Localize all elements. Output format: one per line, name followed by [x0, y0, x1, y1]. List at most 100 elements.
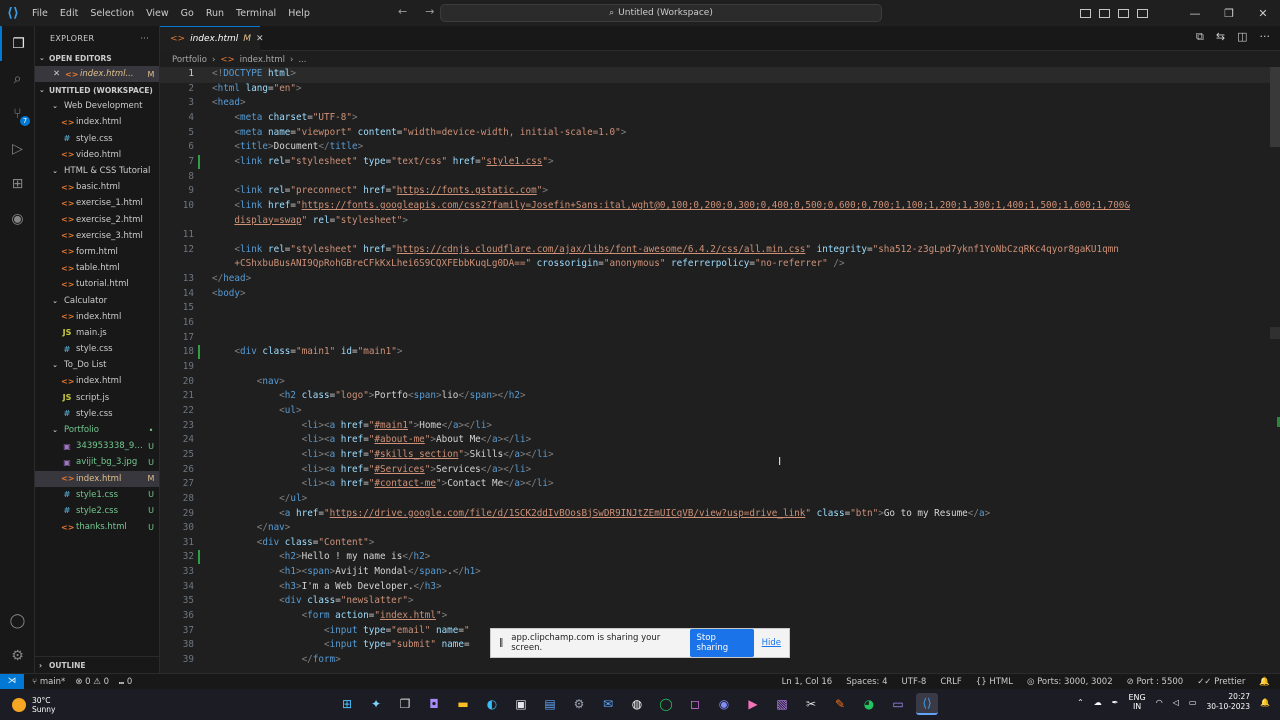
file-item[interactable]: <> video.html	[35, 147, 159, 163]
code-line[interactable]: 36 <form action="index.html">	[160, 609, 1270, 624]
code-line[interactable]: 1 <!DOCTYPE html>	[160, 67, 1270, 83]
code-line[interactable]: 14 <body>	[160, 287, 1270, 302]
menu-item-file[interactable]: File	[26, 8, 54, 19]
file-item[interactable]: <> basic.html	[35, 179, 159, 195]
file-explorer-icon[interactable]: ▬	[452, 693, 474, 715]
file-item[interactable]: JS script.js	[35, 390, 159, 406]
chrome-icon[interactable]: ◕	[858, 693, 880, 715]
folder-item[interactable]: ⌄ To_Do List	[35, 357, 159, 373]
code-line[interactable]: 28 </ul>	[160, 492, 1270, 507]
task-view-icon[interactable]: ❐	[394, 693, 416, 715]
breadcrumb-symbol[interactable]: ...	[298, 55, 306, 65]
files-icon[interactable]: ▤	[539, 693, 561, 715]
close-tab-icon[interactable]: ✕	[256, 34, 264, 44]
code-line[interactable]: 20 <nav>	[160, 375, 1270, 390]
mail-icon[interactable]: ✉	[597, 693, 619, 715]
code-line[interactable]: 10 <link href="https://fonts.googleapis.…	[160, 199, 1270, 214]
file-item[interactable]: <> index.html	[35, 114, 159, 130]
menu-item-help[interactable]: Help	[282, 8, 316, 19]
forward-arrow-icon[interactable]: →	[425, 5, 434, 18]
wifi-icon[interactable]: ◠	[1156, 698, 1163, 707]
manage-gear-icon[interactable]: ⚙	[0, 638, 35, 673]
code-line[interactable]: 24 <li><a href="#about-me">About Me</a><…	[160, 433, 1270, 448]
source-control-icon[interactable]: ⑂ 7	[0, 96, 35, 131]
instagram-icon[interactable]: ◻	[684, 693, 706, 715]
file-item[interactable]: <> thanks.html U	[35, 519, 159, 535]
file-item[interactable]: # style.css	[35, 406, 159, 422]
breadcrumb-file[interactable]: index.html	[240, 55, 285, 65]
menu-item-view[interactable]: View	[140, 8, 175, 19]
clipchamp-icon[interactable]: ▧	[771, 693, 793, 715]
folder-item[interactable]: ⌄ HTML & CSS Tutorial	[35, 163, 159, 179]
live-server-port[interactable]: ⊘ Port : 5500	[1127, 677, 1184, 687]
cursor-position[interactable]: Ln 1, Col 16	[782, 677, 833, 687]
clock[interactable]: 20:27 30-10-2023	[1206, 692, 1250, 712]
split-editor-icon[interactable]: ◫	[1237, 30, 1247, 44]
file-item[interactable]: ▣ avijit_bg_3.jpg U	[35, 454, 159, 470]
folder-item[interactable]: ⌄ Portfolio •	[35, 422, 159, 438]
close-icon[interactable]: ✕	[53, 69, 65, 79]
ports-indicator[interactable]: ⑉ 0	[119, 677, 132, 687]
more-actions-icon[interactable]: ···	[140, 34, 149, 43]
restore-button[interactable]: ❐	[1212, 7, 1246, 20]
file-item[interactable]: # style.css	[35, 131, 159, 147]
whatsapp-icon[interactable]: ◯	[655, 693, 677, 715]
code-line[interactable]: 17	[160, 331, 1270, 346]
command-center[interactable]: ⌕ Untitled (Workspace)	[440, 4, 882, 22]
toggle-secondary-sidebar-icon[interactable]	[1118, 8, 1129, 18]
code-line[interactable]: 31 <div class="Content">	[160, 536, 1270, 551]
end-of-line[interactable]: CRLF	[940, 677, 961, 687]
toggle-primary-sidebar-icon[interactable]	[1080, 8, 1091, 18]
onedrive-icon[interactable]: ☁	[1094, 698, 1102, 707]
forwarded-ports[interactable]: ◎ Ports: 3000, 3002	[1027, 677, 1113, 687]
gutter-change-marker[interactable]	[198, 154, 200, 169]
close-window-button[interactable]: ✕	[1246, 7, 1280, 20]
editor-app-icon[interactable]: ▶	[742, 693, 764, 715]
code-line[interactable]: +CShxbuBusANI9QpRohGBreCFkKxLhei6S9CQXFE…	[160, 257, 1270, 272]
gutter-change-marker[interactable]	[198, 345, 200, 360]
battery-icon[interactable]: ▭	[1189, 698, 1197, 707]
gutter-change-marker[interactable]	[198, 550, 200, 565]
pen-icon[interactable]: ✒	[1112, 698, 1119, 707]
toggle-panel-icon[interactable]	[1099, 8, 1110, 18]
code-line[interactable]: 6 <title>Document</title>	[160, 140, 1270, 155]
code-line[interactable]: display=swap" rel="stylesheet">	[160, 214, 1270, 229]
code-line[interactable]: 4 <meta charset="UTF-8">	[160, 111, 1270, 126]
show-hidden-icons-icon[interactable]: ⌃	[1077, 698, 1084, 707]
weather-widget[interactable]: 30°C Sunny	[0, 696, 200, 714]
code-line[interactable]: 19	[160, 360, 1270, 375]
language-indicator[interactable]: ENG IN	[1128, 693, 1145, 711]
code-line[interactable]: 25 <li><a href="#skills_section">Skills<…	[160, 448, 1270, 463]
code-line[interactable]: 30 </nav>	[160, 521, 1270, 536]
open-editor-item[interactable]: ✕ <> index.html... M	[35, 66, 159, 83]
code-line[interactable]: 5 <meta name="viewport" content="width=d…	[160, 126, 1270, 141]
code-line[interactable]: 26 <li><a href="#Services">Services</a><…	[160, 463, 1270, 478]
file-item[interactable]: <> index.html	[35, 309, 159, 325]
problems-indicator[interactable]: ⊗ 0 ⚠ 0	[75, 677, 109, 687]
terminal-icon[interactable]: ▭	[887, 693, 909, 715]
menu-item-go[interactable]: Go	[175, 8, 200, 19]
menu-item-terminal[interactable]: Terminal	[230, 8, 282, 19]
language-mode[interactable]: {} HTML	[976, 677, 1013, 687]
file-item[interactable]: <> tutorial.html	[35, 276, 159, 292]
messenger-icon[interactable]: ◉	[713, 693, 735, 715]
settings-icon[interactable]: ⚙	[568, 693, 590, 715]
snipping-tool-icon[interactable]: ✂	[800, 693, 822, 715]
remote-indicator-icon[interactable]: ⋊	[0, 673, 24, 690]
hide-link[interactable]: Hide	[762, 638, 781, 648]
minimap-slider[interactable]	[1270, 67, 1280, 147]
encoding[interactable]: UTF-8	[902, 677, 927, 687]
code-line[interactable]: 13 </head>	[160, 272, 1270, 287]
folder-item[interactable]: ⌄ Web Development	[35, 98, 159, 114]
code-line[interactable]: 18 <div class="main1" id="main1">	[160, 345, 1270, 360]
code-line[interactable]: 29 <a href="https://drive.google.com/fil…	[160, 507, 1270, 522]
outline-header[interactable]: › OUTLINE	[35, 656, 160, 673]
file-item[interactable]: <> exercise_1.html	[35, 195, 159, 211]
code-line[interactable]: 33 <h1><span>Avijit Mondal</span>.</h1>	[160, 565, 1270, 580]
back-arrow-icon[interactable]: ←	[398, 5, 407, 18]
file-item[interactable]: # style2.css U	[35, 503, 159, 519]
drag-handle-icon[interactable]: ‖	[499, 638, 503, 648]
store-icon[interactable]: ▣	[510, 693, 532, 715]
code-line[interactable]: 15	[160, 301, 1270, 316]
file-item[interactable]: <> index.html M	[35, 470, 159, 487]
